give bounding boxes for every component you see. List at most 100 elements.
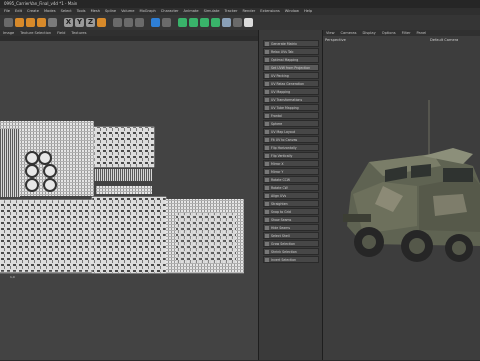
command-mirror-x[interactable]: Mirror X bbox=[263, 160, 319, 167]
command-icon bbox=[265, 218, 269, 222]
command-snap-to-grid[interactable]: Snap to Grid bbox=[263, 208, 319, 215]
command-rotate-cw[interactable]: Rotate CW bbox=[263, 184, 319, 191]
scale-icon[interactable] bbox=[26, 18, 35, 27]
command-generate-matrix[interactable]: Generate Matrix bbox=[263, 40, 319, 47]
command-label: Rotate CCW bbox=[271, 178, 291, 182]
menu-item-spline[interactable]: Spline bbox=[105, 8, 116, 15]
command-label: Frontal bbox=[271, 114, 282, 118]
subdivision-icon[interactable] bbox=[178, 18, 187, 27]
command-shrink-selection[interactable]: Shrink Selection bbox=[263, 248, 319, 255]
menu-item-tracker[interactable]: Tracker bbox=[225, 8, 238, 15]
command-icon bbox=[265, 98, 269, 102]
menu-item-edit[interactable]: Edit bbox=[15, 8, 22, 15]
menu-item-mograph[interactable]: MoGraph bbox=[139, 8, 155, 15]
command-rotate-ccw[interactable]: Rotate CCW bbox=[263, 176, 319, 183]
x-axis-icon[interactable]: X bbox=[64, 18, 73, 27]
menu-item-mesh[interactable]: Mesh bbox=[91, 8, 100, 15]
y-axis-icon[interactable]: Y bbox=[75, 18, 84, 27]
title-bar: 0995_CarrierVan_Final_v4d *1 - Main bbox=[0, 0, 480, 8]
menu-item-extensions[interactable]: Extensions bbox=[260, 8, 280, 15]
rotate-icon[interactable] bbox=[37, 18, 46, 27]
command-icon bbox=[265, 82, 269, 86]
render-settings-icon[interactable] bbox=[135, 18, 144, 27]
uv-island-bottom-left bbox=[0, 199, 93, 273]
move-icon[interactable] bbox=[15, 18, 24, 27]
live-select-icon[interactable] bbox=[48, 18, 57, 27]
command-select-shell[interactable]: Select Shell bbox=[263, 232, 319, 239]
command-invert-selection[interactable]: Invert Selection bbox=[263, 256, 319, 263]
menu-item-simulate[interactable]: Simulate bbox=[204, 8, 220, 15]
command-hide-seams[interactable]: Hide Seams bbox=[263, 224, 319, 231]
menu-item-character[interactable]: Character bbox=[161, 8, 179, 15]
command-uv-tube-mapping[interactable]: UV Tube Mapping bbox=[263, 104, 319, 111]
command-label: Hide Seams bbox=[271, 226, 290, 230]
main-toolbar: XYZ bbox=[0, 15, 480, 31]
menu-item-file[interactable]: File bbox=[4, 8, 10, 15]
undo-icon[interactable] bbox=[4, 18, 13, 27]
command-uv-transformations[interactable]: UV Transformations bbox=[263, 96, 319, 103]
menu-item-window[interactable]: Window bbox=[285, 8, 299, 15]
menu-item-render[interactable]: Render bbox=[242, 8, 255, 15]
command-align-uvs[interactable]: Align UVs bbox=[263, 192, 319, 199]
command-grow-selection[interactable]: Grow Selection bbox=[263, 240, 319, 247]
z-axis-icon[interactable]: Z bbox=[86, 18, 95, 27]
cube-icon[interactable] bbox=[151, 18, 160, 27]
command-icon bbox=[265, 202, 269, 206]
command-frontal[interactable]: Frontal bbox=[263, 112, 319, 119]
menu-item-volume[interactable]: Volume bbox=[121, 8, 134, 15]
command-flip-vertically[interactable]: Flip Vertically bbox=[263, 152, 319, 159]
render-view-icon[interactable] bbox=[113, 18, 122, 27]
command-icon bbox=[265, 114, 269, 118]
field-icon[interactable] bbox=[211, 18, 220, 27]
command-straighten[interactable]: Straighten bbox=[263, 200, 319, 207]
command-relax-uvs-tab[interactable]: Relax UVs Tab bbox=[263, 48, 319, 55]
window-title: 0995_CarrierVan_Final_v4d *1 - Main bbox=[4, 1, 78, 6]
command-uv-mapping[interactable]: UV Mapping bbox=[263, 88, 319, 95]
command-label: Flip Vertically bbox=[271, 154, 293, 158]
command-uv-map-layout[interactable]: UV Map Layout bbox=[263, 128, 319, 135]
uv-layout-canvas[interactable]: 1,0 bbox=[0, 41, 258, 360]
coordinate-icon[interactable] bbox=[97, 18, 106, 27]
menu-item-tools[interactable]: Tools bbox=[77, 8, 86, 15]
command-icon bbox=[265, 58, 269, 62]
command-uv-relax-generation[interactable]: UV Relax Generation bbox=[263, 80, 319, 87]
command-label: Relax UVs Tab bbox=[271, 50, 294, 54]
command-icon bbox=[265, 146, 269, 150]
menu-item-modes[interactable]: Modes bbox=[44, 8, 56, 15]
menu-item-animate[interactable]: Animate bbox=[184, 8, 199, 15]
cloner-icon[interactable] bbox=[189, 18, 198, 27]
light-icon[interactable] bbox=[244, 18, 253, 27]
command-label: UV Relax Generation bbox=[271, 82, 305, 86]
command-flip-horizontally[interactable]: Flip Horizontally bbox=[263, 144, 319, 151]
command-set-uvw-from-projection[interactable]: Set UVW from Projection bbox=[263, 64, 319, 71]
deformer-icon[interactable] bbox=[200, 18, 209, 27]
floor-icon[interactable] bbox=[222, 18, 231, 27]
command-mirror-y[interactable]: Mirror Y bbox=[263, 168, 319, 175]
viewport-canvas[interactable]: Perspective Default Camera bbox=[323, 36, 480, 360]
command-icon bbox=[265, 162, 269, 166]
command-label: Set UVW from Projection bbox=[271, 66, 311, 70]
command-label: UV Tube Mapping bbox=[271, 106, 299, 110]
command-label: Show Seams bbox=[271, 218, 292, 222]
uv-editor-panel[interactable]: 1,0 bbox=[0, 41, 258, 360]
camera-icon[interactable] bbox=[233, 18, 242, 27]
command-sphere[interactable]: Sphere bbox=[263, 120, 319, 127]
command-fit-uv-to-canvas[interactable]: Fit UV to Canvas bbox=[263, 136, 319, 143]
command-label: Optimal Mapping bbox=[271, 58, 299, 62]
uv-island-bottom-right-detail bbox=[176, 213, 236, 263]
command-uv-packing[interactable]: UV Packing bbox=[263, 72, 319, 79]
pen-icon[interactable] bbox=[162, 18, 171, 27]
command-show-seams[interactable]: Show Seams bbox=[263, 216, 319, 223]
menu-item-create[interactable]: Create bbox=[27, 8, 39, 15]
command-optimal-mapping[interactable]: Optimal Mapping bbox=[263, 56, 319, 63]
command-icon bbox=[265, 210, 269, 214]
command-label: Grow Selection bbox=[271, 242, 295, 246]
command-label: Straighten bbox=[271, 202, 288, 206]
menu-item-select[interactable]: Select bbox=[61, 8, 72, 15]
menu-item-help[interactable]: Help bbox=[304, 8, 312, 15]
uv-island-top-right bbox=[93, 126, 155, 168]
command-icon bbox=[265, 138, 269, 142]
command-icon bbox=[265, 66, 269, 70]
command-icon bbox=[265, 90, 269, 94]
render-picture-viewer-icon[interactable] bbox=[124, 18, 133, 27]
